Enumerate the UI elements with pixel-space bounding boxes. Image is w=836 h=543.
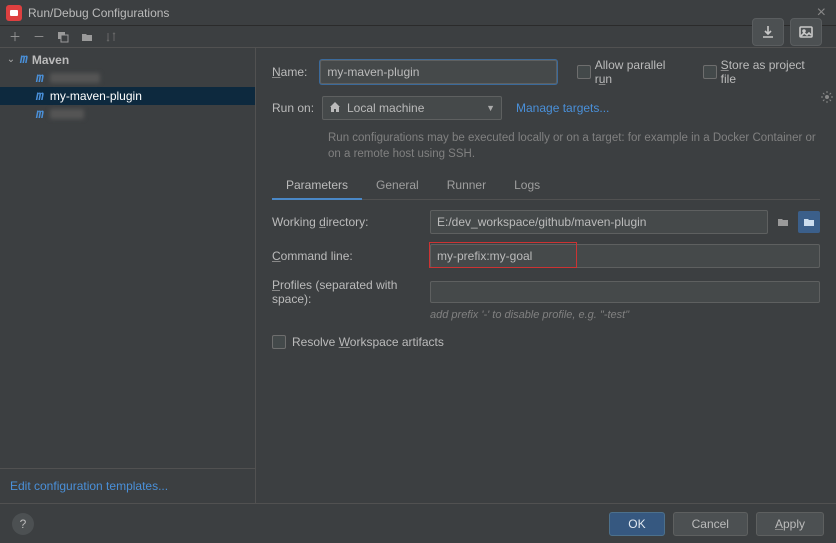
apply-button[interactable]: Apply [756, 512, 824, 536]
working-directory-label: Working directory: [272, 215, 430, 229]
edit-templates-link[interactable]: Edit configuration templates... [0, 468, 255, 503]
config-editor: Name: Allow parallel run Store as projec… [256, 48, 836, 503]
tree-root-label: Maven [32, 53, 69, 67]
app-icon [6, 5, 22, 21]
manage-targets-link[interactable]: Manage targets... [516, 101, 609, 115]
runon-value: Local machine [347, 101, 424, 115]
resolve-workspace-checkbox[interactable]: Resolve Workspace artifacts [272, 335, 820, 349]
resolve-workspace-label: Resolve Workspace artifacts [292, 335, 444, 349]
maven-icon: m [20, 52, 28, 67]
tab-parameters[interactable]: Parameters [272, 172, 362, 200]
window-title: Run/Debug Configurations [28, 6, 169, 20]
overlay-toolbar [752, 18, 822, 46]
name-input[interactable] [320, 60, 557, 84]
dialog-buttons: ? OK Cancel Apply [0, 503, 836, 543]
store-as-project-checkbox[interactable]: Store as project file [703, 58, 820, 86]
tree-item[interactable]: m [0, 69, 255, 87]
config-tree[interactable]: ⌄ m Maven m m my-maven-plugin m [0, 50, 255, 468]
tabs: Parameters General Runner Logs [272, 172, 820, 200]
browse-icon[interactable] [772, 211, 794, 233]
runon-hint: Run configurations may be executed local… [328, 130, 820, 162]
maven-icon: m [36, 71, 44, 86]
titlebar: Run/Debug Configurations × [0, 0, 836, 26]
tree-item[interactable]: m [0, 105, 255, 123]
ok-button[interactable]: OK [609, 512, 664, 536]
name-label: Name: [272, 65, 320, 79]
profiles-label: Profiles (separated with space): [272, 278, 430, 306]
checkbox-icon [577, 65, 591, 79]
command-line-label: Command line: [272, 249, 430, 263]
tree-item-label [50, 109, 84, 119]
profiles-input[interactable] [430, 281, 820, 303]
allow-parallel-label: Allow parallel run [595, 58, 683, 86]
chevron-down-icon[interactable]: ⌄ [6, 54, 16, 65]
insert-macro-icon[interactable] [798, 211, 820, 233]
tree-root-maven[interactable]: ⌄ m Maven [0, 50, 255, 69]
config-toolbar: ＋ － [0, 26, 836, 48]
add-icon[interactable]: ＋ [8, 30, 22, 44]
checkbox-icon [272, 335, 286, 349]
config-tree-sidebar: ⌄ m Maven m m my-maven-plugin m Edit con… [0, 48, 256, 503]
runon-label: Run on: [272, 101, 322, 115]
checkbox-icon [703, 65, 717, 79]
runon-combo[interactable]: Local machine ▼ [322, 96, 502, 120]
tree-item-label: my-maven-plugin [50, 89, 142, 103]
folder-icon[interactable] [80, 30, 94, 44]
maven-icon: m [36, 89, 44, 104]
command-line-input[interactable] [430, 244, 820, 268]
image-icon[interactable] [790, 18, 822, 46]
chevron-down-icon: ▼ [486, 103, 495, 113]
download-icon[interactable] [752, 18, 784, 46]
tab-general[interactable]: General [362, 172, 433, 199]
profiles-hint: add prefix '-' to disable profile, e.g. … [430, 309, 820, 321]
tab-logs[interactable]: Logs [500, 172, 554, 199]
gear-icon[interactable] [820, 90, 834, 107]
tree-item-label [50, 73, 100, 83]
tab-runner[interactable]: Runner [433, 172, 500, 199]
sort-icon[interactable] [104, 30, 118, 44]
cancel-button[interactable]: Cancel [673, 512, 748, 536]
tree-item-selected[interactable]: m my-maven-plugin [0, 87, 255, 105]
copy-icon[interactable] [56, 30, 70, 44]
working-directory-input[interactable] [430, 210, 768, 234]
home-icon [329, 101, 341, 116]
remove-icon[interactable]: － [32, 30, 46, 44]
allow-parallel-checkbox[interactable]: Allow parallel run [577, 58, 683, 86]
help-icon[interactable]: ? [12, 513, 34, 535]
store-as-project-label: Store as project file [721, 58, 820, 86]
maven-icon: m [36, 107, 44, 122]
